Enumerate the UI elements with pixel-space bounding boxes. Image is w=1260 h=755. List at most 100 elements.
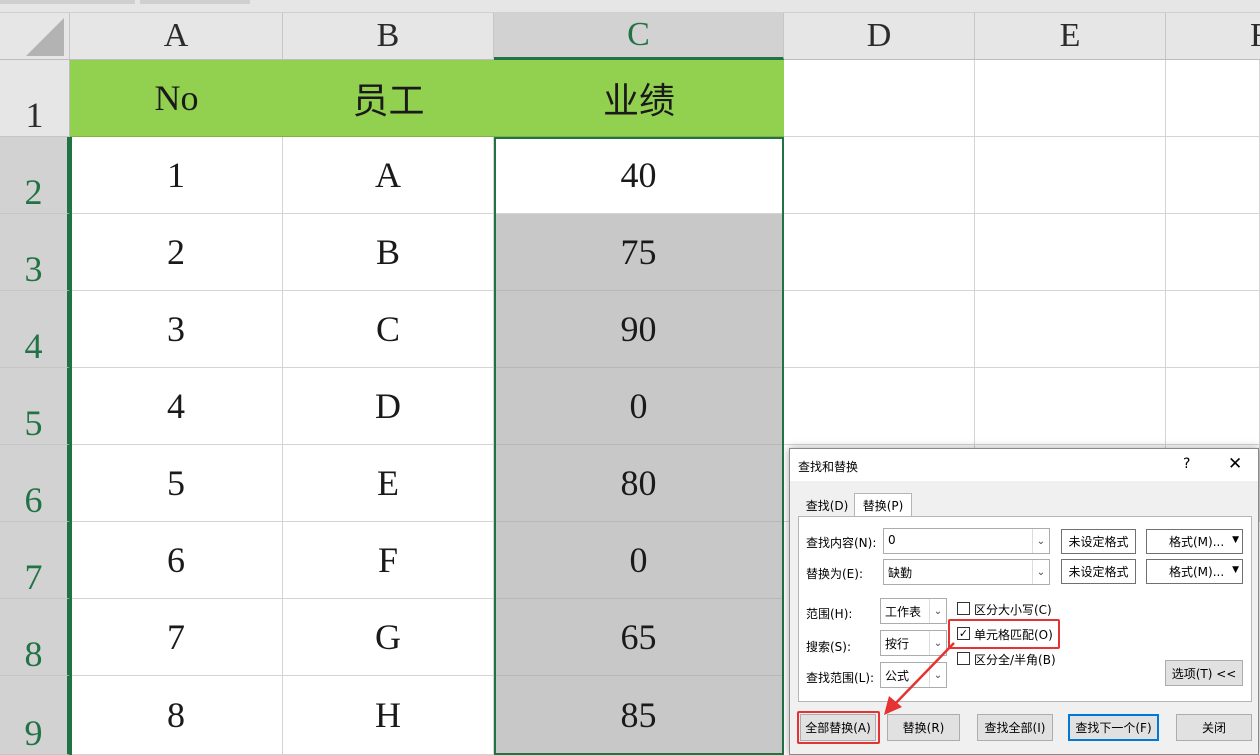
- replace-label: 替换为(E):: [806, 567, 863, 581]
- cell-b7[interactable]: F: [283, 522, 494, 599]
- row-header-2[interactable]: 2: [0, 137, 70, 214]
- cell-b4[interactable]: C: [283, 291, 494, 368]
- chevron-down-icon[interactable]: ⌄: [1032, 529, 1049, 553]
- cell-c6[interactable]: 80: [494, 445, 784, 522]
- cell-a2[interactable]: 1: [70, 137, 283, 214]
- find-format-button[interactable]: 格式(M)... ▼: [1146, 529, 1243, 554]
- cell-e1[interactable]: [975, 60, 1166, 137]
- cell-d1[interactable]: [784, 60, 975, 137]
- chevron-down-icon[interactable]: ⌄: [1032, 560, 1049, 584]
- cell-c4[interactable]: 90: [494, 291, 784, 368]
- cell-a4[interactable]: 3: [70, 291, 283, 368]
- dropdown-arrow-icon: ▼: [1232, 565, 1239, 575]
- select-all-icon: [26, 18, 64, 56]
- replace-format-label: 格式(M)...: [1169, 565, 1225, 579]
- replace-input[interactable]: 缺勤 ⌄: [883, 559, 1050, 585]
- cell-d5[interactable]: [784, 368, 975, 445]
- search-label: 搜索(S):: [806, 640, 852, 654]
- cell-c3[interactable]: 75: [494, 214, 784, 291]
- cell-b5[interactable]: D: [283, 368, 494, 445]
- cell-c5[interactable]: 0: [494, 368, 784, 445]
- match-entire-label: 单元格匹配(O): [974, 628, 1053, 642]
- cell-d3[interactable]: [784, 214, 975, 291]
- tab-replace[interactable]: 替换(P): [854, 493, 912, 517]
- within-select[interactable]: 工作表 ⌄: [880, 598, 947, 624]
- cell-c9[interactable]: 85: [494, 676, 784, 755]
- cell-c1[interactable]: 业绩: [494, 60, 784, 137]
- sheet-tab[interactable]: [140, 0, 250, 4]
- cell-b1[interactable]: 员工: [283, 60, 494, 137]
- find-format-label: 格式(M)...: [1169, 535, 1225, 549]
- find-input[interactable]: 0 ⌄: [883, 528, 1050, 554]
- close-button[interactable]: 关闭: [1176, 714, 1252, 741]
- cell-e2[interactable]: [975, 137, 1166, 214]
- column-header-a[interactable]: A: [70, 13, 283, 60]
- cell-c7[interactable]: 0: [494, 522, 784, 599]
- cell-b6[interactable]: E: [283, 445, 494, 522]
- cell-b2[interactable]: A: [283, 137, 494, 214]
- match-case-label: 区分大小写(C): [974, 603, 1052, 617]
- cell-a1[interactable]: No: [70, 60, 283, 137]
- cell-a9[interactable]: 8: [70, 676, 283, 755]
- dialog-title: 查找和替换: [798, 460, 859, 474]
- cell-c2[interactable]: 40: [494, 137, 784, 214]
- cell-d4[interactable]: [784, 291, 975, 368]
- cell-b8[interactable]: G: [283, 599, 494, 676]
- column-header-c[interactable]: C: [494, 13, 784, 60]
- close-icon[interactable]: ✕: [1228, 454, 1242, 474]
- column-header-d[interactable]: D: [784, 13, 975, 60]
- cell-f1[interactable]: [1166, 60, 1260, 137]
- sheet-tab[interactable]: [0, 0, 135, 4]
- column-header-f[interactable]: F: [1166, 13, 1260, 60]
- row-header-3[interactable]: 3: [0, 214, 70, 291]
- select-all-corner[interactable]: [0, 13, 70, 60]
- chevron-down-icon: ⌄: [929, 599, 946, 623]
- replace-all-button[interactable]: 全部替换(A): [800, 714, 876, 741]
- row-header-9[interactable]: 9: [0, 676, 70, 755]
- row-header-7[interactable]: 7: [0, 522, 70, 599]
- tab-find[interactable]: 查找(D): [800, 493, 854, 517]
- options-button[interactable]: 选项(T) <<: [1165, 660, 1243, 686]
- cell-f2[interactable]: [1166, 137, 1260, 214]
- cell-a5[interactable]: 4: [70, 368, 283, 445]
- find-label: 查找内容(N):: [806, 536, 877, 550]
- cell-f3[interactable]: [1166, 214, 1260, 291]
- find-all-button[interactable]: 查找全部(I): [977, 714, 1053, 741]
- cell-a3[interactable]: 2: [70, 214, 283, 291]
- replace-format-preview: 未设定格式: [1061, 559, 1136, 584]
- cell-e3[interactable]: [975, 214, 1166, 291]
- cell-a6[interactable]: 5: [70, 445, 283, 522]
- annotation-arrow-icon: [884, 642, 955, 715]
- dialog-titlebar[interactable]: 查找和替换 ? ✕: [790, 449, 1258, 481]
- column-header-b[interactable]: B: [283, 13, 494, 60]
- lookin-label: 查找范围(L):: [806, 671, 875, 685]
- cell-e5[interactable]: [975, 368, 1166, 445]
- cell-b9[interactable]: H: [283, 676, 494, 755]
- find-replace-dialog: 查找和替换 ? ✕ 查找(D) 替换(P) 查找内容(N): 0 ⌄ 未设定格式…: [789, 448, 1259, 755]
- column-header-e[interactable]: E: [975, 13, 1166, 60]
- cell-a7[interactable]: 6: [70, 522, 283, 599]
- cell-e4[interactable]: [975, 291, 1166, 368]
- cell-c8[interactable]: 65: [494, 599, 784, 676]
- match-case-checkbox[interactable]: [957, 602, 970, 615]
- row-header-6[interactable]: 6: [0, 445, 70, 522]
- row-header-8[interactable]: 8: [0, 599, 70, 676]
- replace-value: 缺勤: [888, 566, 913, 580]
- find-next-button[interactable]: 查找下一个(F): [1068, 714, 1159, 741]
- selection-edge: [70, 137, 72, 755]
- cell-b3[interactable]: B: [283, 214, 494, 291]
- row-header-4[interactable]: 4: [0, 291, 70, 368]
- row-header-5[interactable]: 5: [0, 368, 70, 445]
- sheet-tab-strip: [0, 0, 1260, 13]
- find-value: 0: [888, 533, 896, 547]
- row-header-1[interactable]: 1: [0, 60, 70, 137]
- cell-a8[interactable]: 7: [70, 599, 283, 676]
- cell-d2[interactable]: [784, 137, 975, 214]
- find-format-preview: 未设定格式: [1061, 529, 1136, 554]
- match-byte-label: 区分全/半角(B): [974, 653, 1056, 667]
- cell-f5[interactable]: [1166, 368, 1260, 445]
- help-icon[interactable]: ?: [1183, 456, 1190, 472]
- cell-f4[interactable]: [1166, 291, 1260, 368]
- replace-format-button[interactable]: 格式(M)... ▼: [1146, 559, 1243, 584]
- within-label: 范围(H):: [806, 607, 853, 621]
